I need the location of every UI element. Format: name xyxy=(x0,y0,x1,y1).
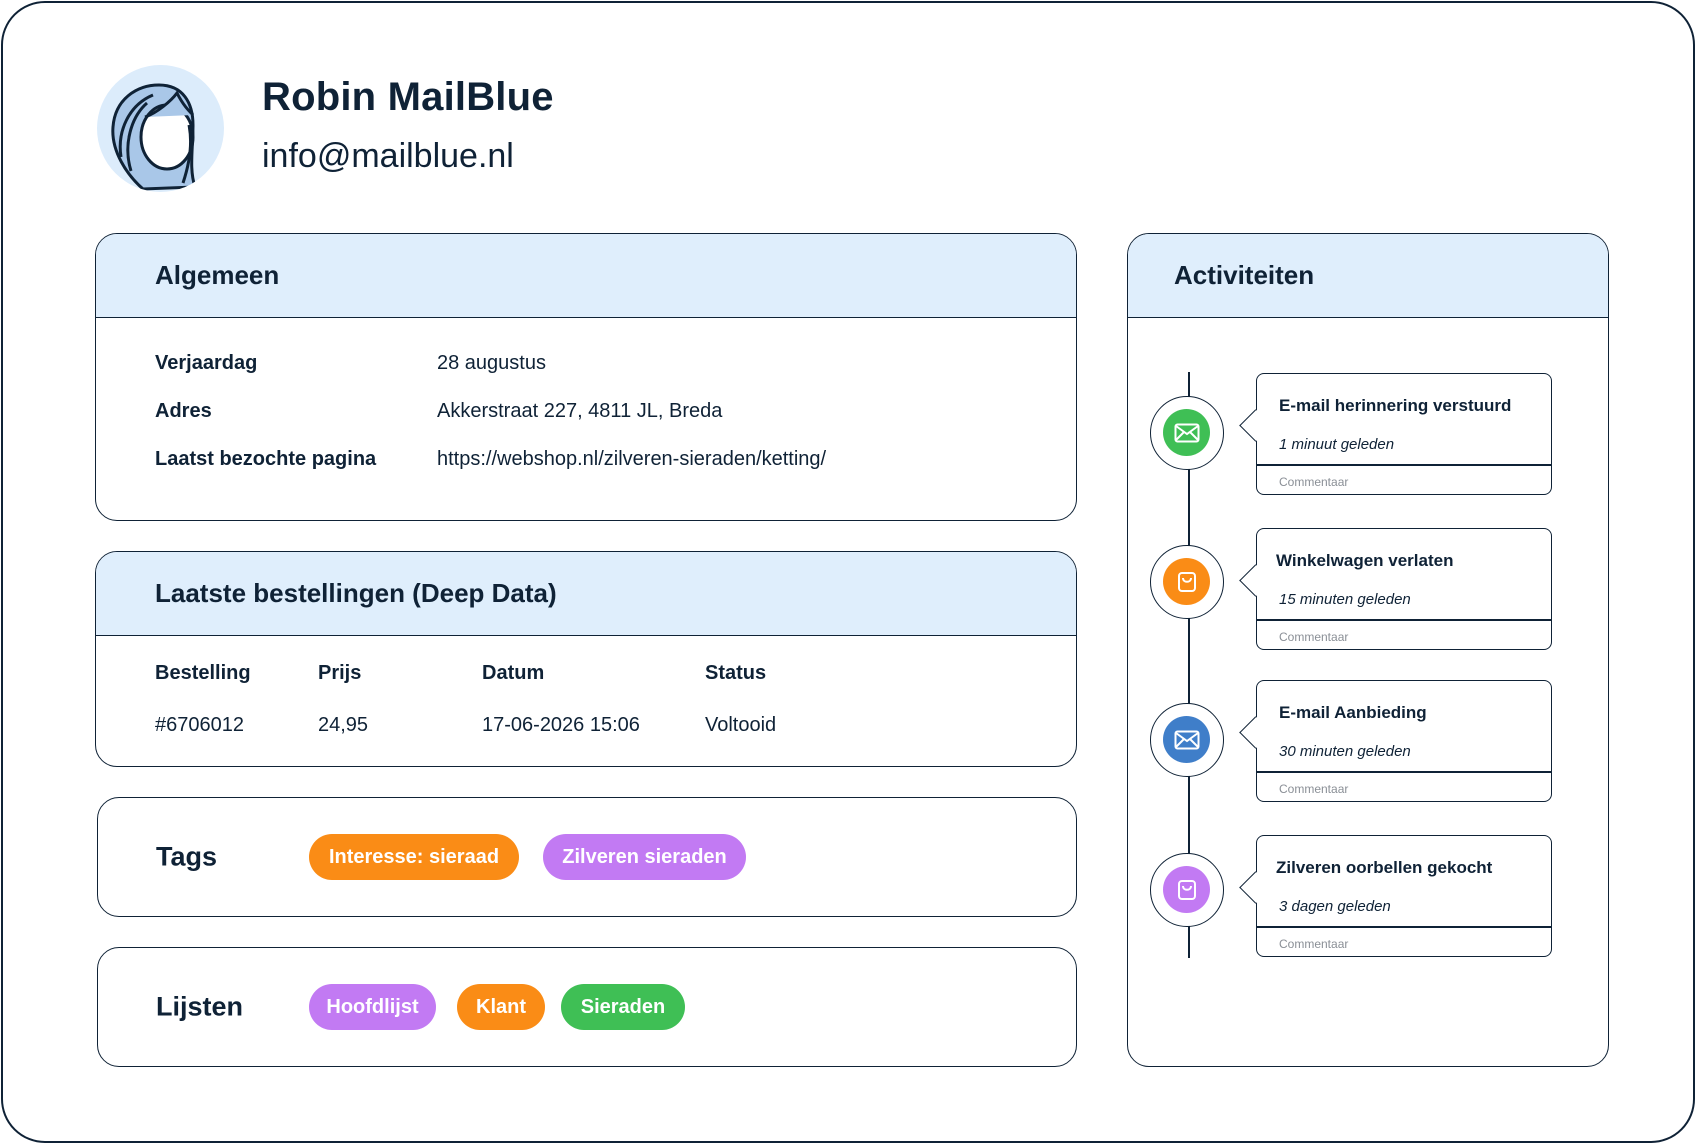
timeline-node xyxy=(1150,853,1224,927)
divider xyxy=(1257,464,1551,466)
divider xyxy=(1257,771,1551,773)
person-avatar-icon xyxy=(97,65,224,192)
orders-card-title: Laatste bestellingen (Deep Data) xyxy=(155,578,557,608)
profile-email: info@mailblue.nl xyxy=(262,137,514,175)
activity-item[interactable]: E-mail Aanbieding 30 minuten geleden Com… xyxy=(1256,680,1552,802)
tag-pill[interactable]: Interesse: sieraad xyxy=(309,834,519,880)
activity-item[interactable]: Winkelwagen verlaten 15 minuten geleden … xyxy=(1256,528,1552,650)
column-header-date: Datum xyxy=(482,662,545,684)
divider xyxy=(1257,619,1551,621)
orders-card-header: Laatste bestellingen (Deep Data) xyxy=(96,552,1076,636)
column-header-price: Prijs xyxy=(318,662,362,684)
order-date: 17-06-2026 15:06 xyxy=(482,714,640,736)
field-label: Laatst bezochte pagina xyxy=(155,448,377,470)
comment-input[interactable]: Commentaar xyxy=(1279,475,1348,489)
tag-pill[interactable]: Zilveren sieraden xyxy=(543,834,746,880)
column-header-status: Status xyxy=(705,662,767,684)
activities-card: Activiteiten E-mail herinnering verstuur… xyxy=(1127,233,1609,1067)
field-label: Verjaardag xyxy=(155,352,258,374)
timeline-node xyxy=(1150,545,1224,619)
lists-label: Lijsten xyxy=(156,991,244,1022)
activity-time: 1 minuut geleden xyxy=(1279,436,1395,453)
shopping-bag-icon xyxy=(1163,866,1210,913)
order-number: #6706012 xyxy=(155,714,244,736)
contact-profile-panel: Robin MailBlue info@mailblue.nl Algemeen… xyxy=(1,1,1695,1143)
field-value: 28 augustus xyxy=(437,352,546,374)
general-card: Algemeen Verjaardag 28 augustus Adres Ak… xyxy=(95,233,1077,521)
column-header-order: Bestelling xyxy=(155,662,251,684)
list-pill[interactable]: Sieraden xyxy=(561,984,685,1030)
field-label: Adres xyxy=(155,400,212,422)
tags-label: Tags xyxy=(156,841,218,872)
activity-time: 15 minuten geleden xyxy=(1279,591,1411,608)
activity-title: Zilveren oorbellen gekocht xyxy=(1276,858,1493,877)
activity-item[interactable]: Zilveren oorbellen gekocht 3 dagen geled… xyxy=(1256,835,1552,957)
list-pill[interactable]: Klant xyxy=(457,984,545,1030)
activities-card-title: Activiteiten xyxy=(1174,260,1315,290)
tags-card: Tags Interesse: sieraad Zilveren sierade… xyxy=(97,797,1077,917)
general-card-header: Algemeen xyxy=(96,234,1076,318)
envelope-icon xyxy=(1163,716,1210,763)
shopping-bag-icon xyxy=(1163,558,1210,605)
order-status: Voltooid xyxy=(705,714,777,736)
activity-title: E-mail Aanbieding xyxy=(1279,703,1427,722)
activity-title: Winkelwagen verlaten xyxy=(1276,551,1454,570)
order-price: 24,95 xyxy=(318,714,369,736)
list-pill[interactable]: Hoofdlijst xyxy=(309,984,436,1030)
orders-card: Laatste bestellingen (Deep Data) Bestell… xyxy=(95,551,1077,767)
comment-input[interactable]: Commentaar xyxy=(1279,782,1348,796)
divider xyxy=(1257,926,1551,928)
activity-time: 3 dagen geleden xyxy=(1279,898,1391,915)
lists-card: Lijsten Hoofdlijst Klant Sieraden xyxy=(97,947,1077,1067)
last-visited-link[interactable]: https://webshop.nl/zilveren-sieraden/ket… xyxy=(437,448,826,471)
field-value: Akkerstraat 227, 4811 JL, Breda xyxy=(437,400,723,422)
activity-time: 30 minuten geleden xyxy=(1279,743,1411,760)
envelope-icon xyxy=(1163,409,1210,456)
profile-name: Robin MailBlue xyxy=(262,75,554,119)
activities-card-header: Activiteiten xyxy=(1128,234,1608,318)
comment-input[interactable]: Commentaar xyxy=(1279,630,1348,644)
timeline-node xyxy=(1150,396,1224,470)
comment-input[interactable]: Commentaar xyxy=(1279,937,1348,951)
activity-title: E-mail herinnering verstuurd xyxy=(1279,396,1512,415)
activity-item[interactable]: E-mail herinnering verstuurd 1 minuut ge… xyxy=(1256,373,1552,495)
timeline-node xyxy=(1150,703,1224,777)
general-card-title: Algemeen xyxy=(155,260,280,290)
